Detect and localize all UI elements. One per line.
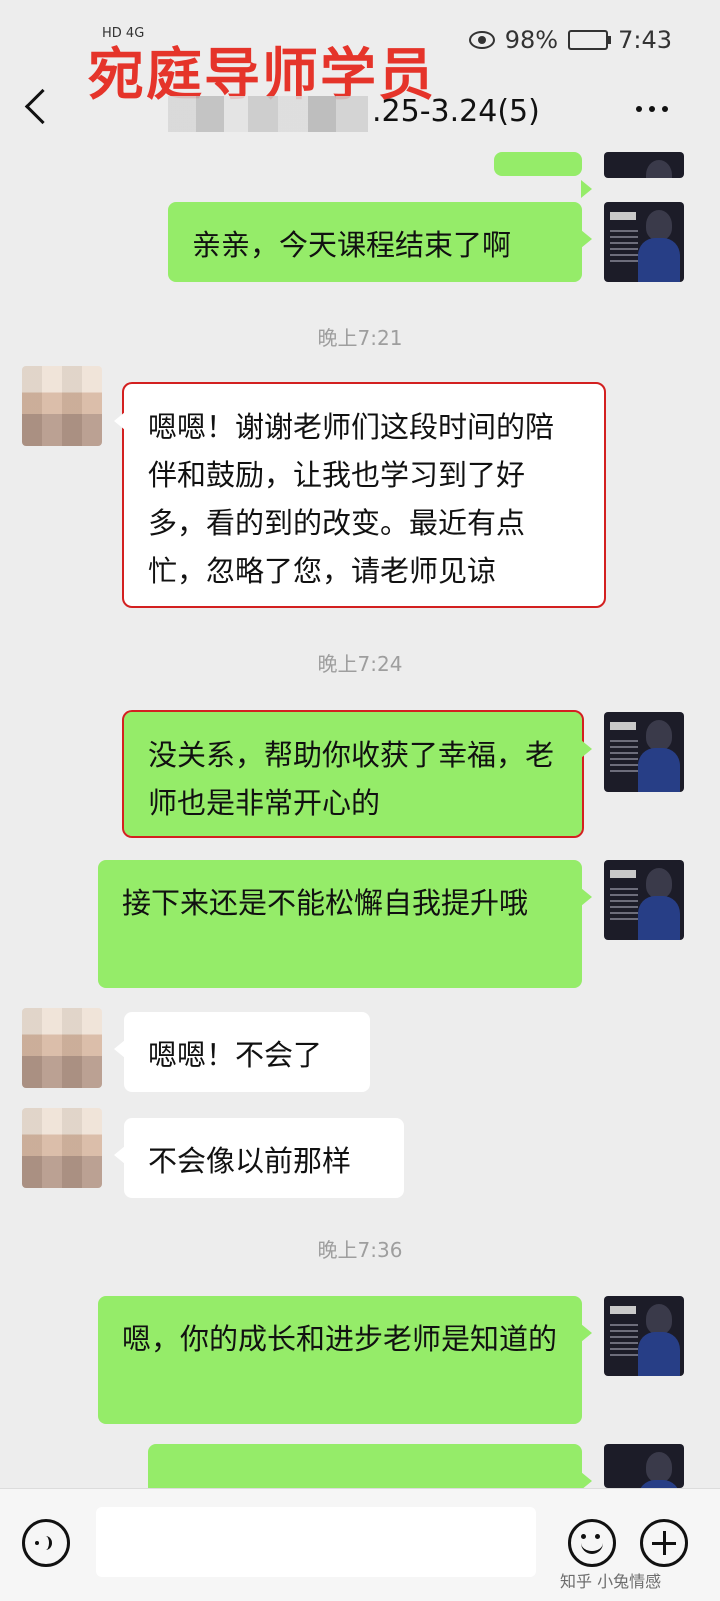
avatar[interactable] <box>604 1296 684 1376</box>
message-bubble[interactable]: 嗯，你的成长和进步老师是知道的 <box>98 1296 592 1424</box>
timestamp: 晚上7:24 <box>317 652 403 676</box>
message-bubble[interactable]: 嗯嗯！谢谢老师们这段时间的陪伴和鼓励，让我也学习到了好多，看的到的改变。最近有点… <box>114 382 606 608</box>
avatar[interactable] <box>604 202 684 282</box>
message-bubble[interactable]: 不会像以前那样 <box>114 1118 404 1198</box>
status-right: 98% 7:43 <box>468 26 672 54</box>
voice-input-icon[interactable] <box>22 1519 70 1567</box>
watermark: 知乎 小兔情感 <box>560 1572 662 1591</box>
eye-icon <box>468 31 495 49</box>
message-bubble[interactable]: 没关系，帮助你收获了幸福，老师也是非常开心的 <box>122 710 592 838</box>
blurred-title <box>168 96 368 132</box>
message-bubble[interactable]: 接下来还是不能松懈自我提升哦 <box>98 860 592 988</box>
battery-percent: 98% <box>504 26 559 54</box>
partial-message-bubble[interactable] <box>494 152 592 198</box>
back-icon[interactable] <box>24 88 61 125</box>
avatar[interactable] <box>604 712 684 792</box>
clock: 7:43 <box>618 26 672 54</box>
avatar[interactable] <box>604 860 684 940</box>
plus-icon[interactable] <box>640 1519 688 1567</box>
emoji-icon[interactable] <box>568 1519 616 1567</box>
avatar[interactable] <box>22 366 102 446</box>
message-bubble[interactable]: 亲亲，今天课程结束了啊 <box>168 202 592 282</box>
message-bubble[interactable]: 嗯嗯！不会了 <box>114 1012 370 1092</box>
chat-header: .25-3.24(5) <box>0 80 720 150</box>
timestamp: 晚上7:36 <box>317 1238 403 1262</box>
message-input[interactable] <box>96 1507 536 1577</box>
avatar[interactable] <box>22 1008 102 1088</box>
timestamp: 晚上7:21 <box>317 326 403 350</box>
battery-icon <box>568 30 612 50</box>
partial-message-bubble[interactable] <box>148 1444 592 1490</box>
avatar[interactable] <box>604 1444 684 1488</box>
avatar[interactable] <box>22 1108 102 1188</box>
avatar[interactable] <box>604 152 684 178</box>
more-options-icon[interactable] <box>636 106 668 112</box>
chat-title[interactable]: .25-3.24(5) <box>372 94 540 129</box>
